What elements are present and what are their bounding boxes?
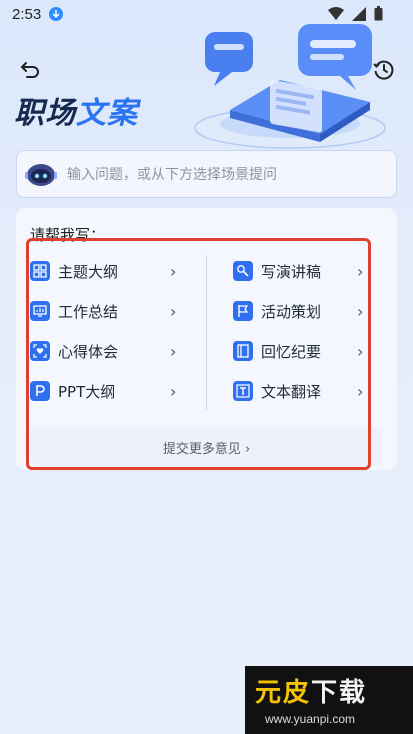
scene-label: 写演讲稿 (261, 262, 322, 281)
title-part-2: 文案 (76, 96, 138, 131)
scene-item-ppt-outline[interactable]: PPT大纲 › (30, 375, 185, 407)
scene-label: PPT大纲 (58, 382, 116, 401)
status-time: 2:53 (12, 5, 42, 23)
scene-label: 心得体会 (58, 342, 119, 361)
chevron-right-icon: › (357, 381, 364, 401)
back-button[interactable] (18, 58, 42, 82)
submit-feedback-link[interactable]: 提交更多意见 › (30, 428, 383, 466)
chevron-right-icon: › (170, 381, 177, 401)
grid-icon (30, 261, 50, 281)
scene-item-theme-outline[interactable]: 主题大纲 › (30, 255, 185, 287)
column-divider (206, 255, 207, 410)
chevron-right-icon: › (170, 341, 177, 361)
scene-item-speech-draft[interactable]: 写演讲稿 › (233, 255, 373, 287)
back-arrow-icon (20, 62, 39, 78)
scene-item-reflections[interactable]: 心得体会 › (30, 335, 185, 367)
history-clock-icon (373, 60, 394, 80)
scene-item-meeting-minutes[interactable]: 回忆纪要 › (233, 335, 373, 367)
watermark-logo: 元皮下载 (255, 672, 367, 709)
t-letter-icon (233, 381, 253, 401)
chevron-right-icon: › (357, 341, 364, 361)
watermark-char-b: 皮 (283, 678, 312, 708)
chevron-right-icon: › (170, 301, 177, 321)
pen-icon (233, 261, 253, 281)
scene-item-text-translation[interactable]: 文本翻译 › (233, 375, 373, 407)
scene-label: 文本翻译 (261, 382, 322, 401)
scene-label: 主题大纲 (58, 262, 119, 281)
flag-icon (233, 301, 253, 321)
question-placeholder: 输入问题，或从下方选择场景提问 (67, 167, 277, 183)
watermark-char-c: 下载 (311, 678, 368, 708)
heart-frame-icon (30, 341, 50, 361)
scene-label: 回忆纪要 (261, 342, 322, 361)
card-title: 请帮我写： (30, 226, 106, 244)
scene-label: 活动策划 (261, 302, 322, 321)
page-title: 职场文案 (14, 92, 138, 136)
watermark-char-a: 元 (255, 678, 284, 708)
monitor-chart-icon (30, 301, 50, 321)
title-part-1: 职场 (14, 96, 76, 131)
scene-label: 工作总结 (58, 302, 119, 321)
chevron-right-icon: › (170, 261, 177, 281)
notebook-icon (233, 341, 253, 361)
chevron-right-icon: › (357, 261, 364, 281)
download-icon (49, 7, 64, 21)
history-button[interactable] (372, 58, 396, 82)
scene-item-work-summary[interactable]: 工作总结 › (30, 295, 185, 327)
question-input[interactable]: 输入问题，或从下方选择场景提问 (16, 150, 397, 198)
p-letter-icon (30, 381, 50, 401)
robot-avatar-icon (25, 164, 57, 186)
watermark: 元皮下载 www.yuanpi.com (245, 666, 413, 734)
scene-item-event-planning[interactable]: 活动策划 › (233, 295, 373, 327)
watermark-url: www.yuanpi.com (265, 712, 356, 726)
chevron-right-icon: › (357, 301, 364, 321)
